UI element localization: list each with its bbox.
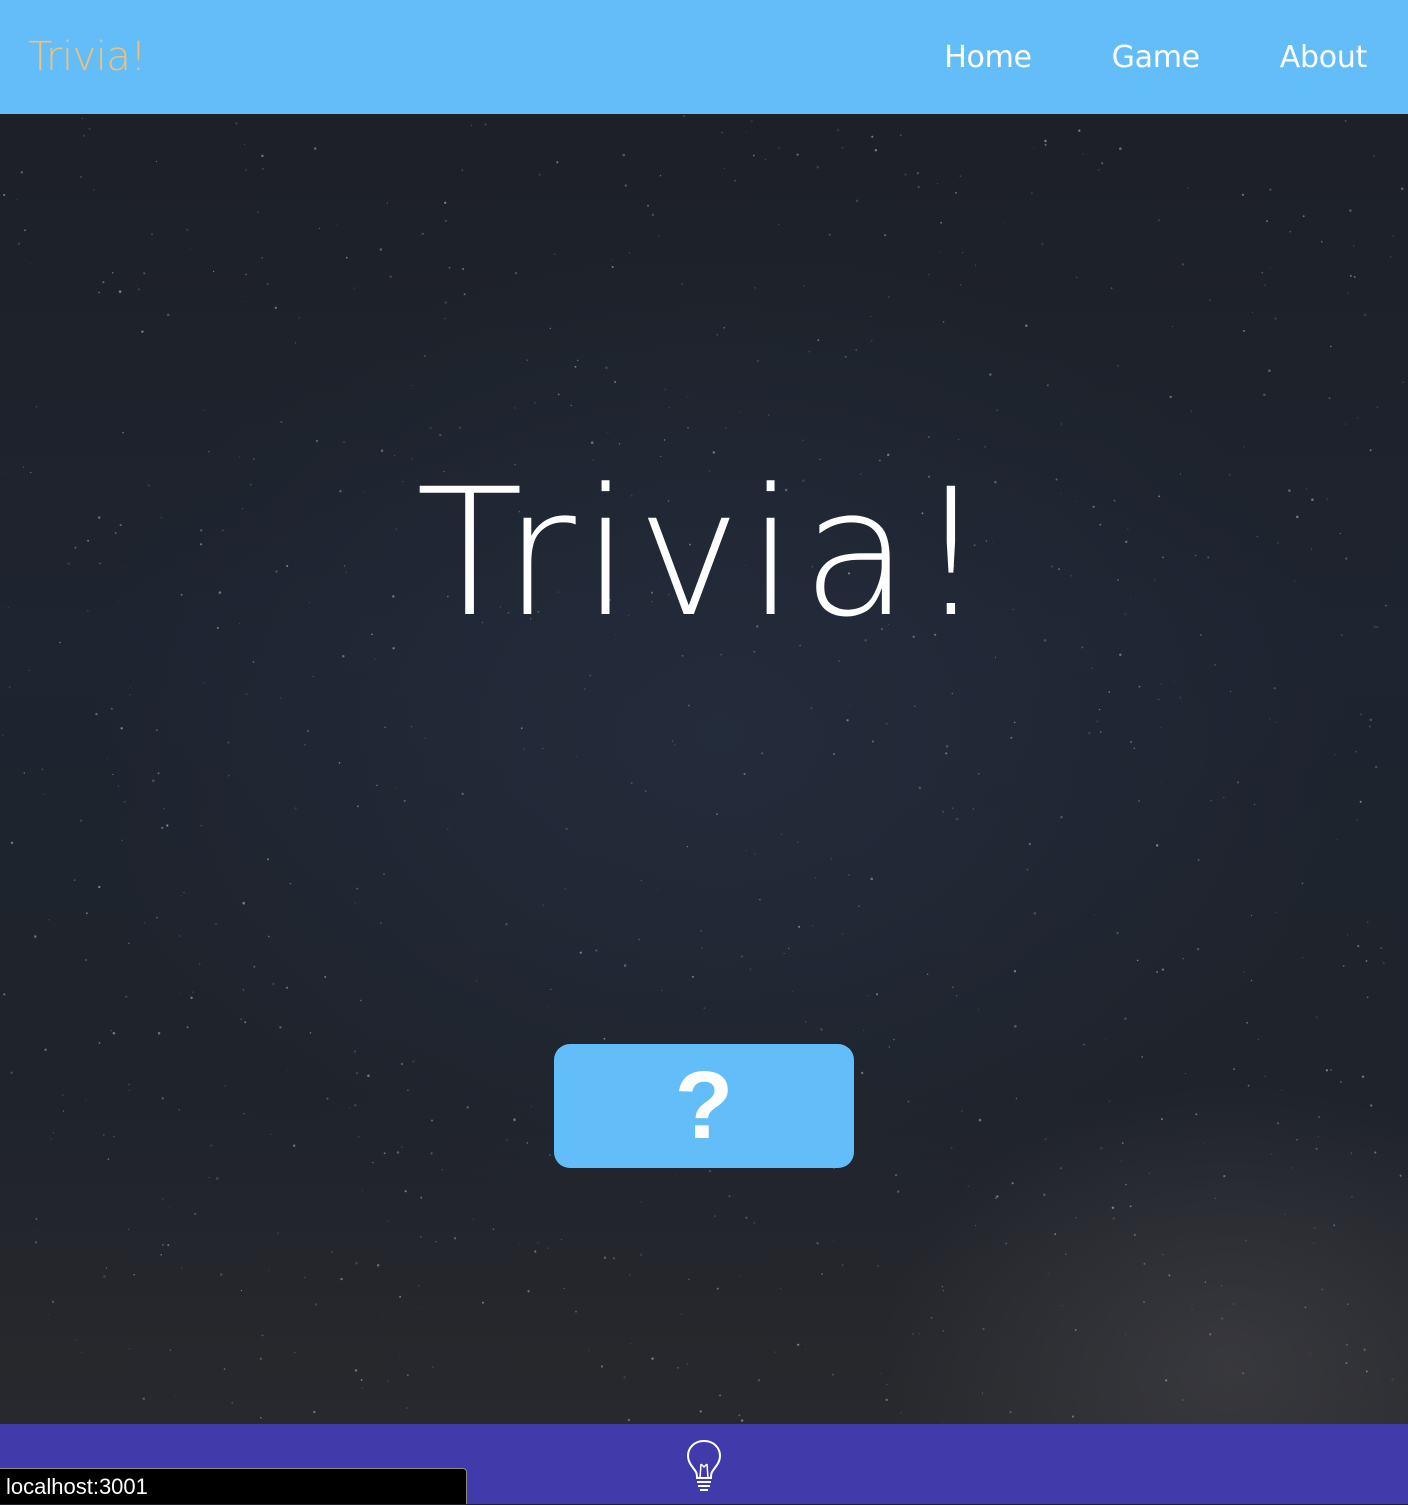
hero-section: Trivia! ? [0, 114, 1408, 1424]
nav-link-game[interactable]: Game [1112, 40, 1200, 75]
browser-status-url: localhost:3001 [0, 1468, 467, 1504]
hero-title: Trivia! [415, 450, 993, 656]
nav-link-about[interactable]: About [1280, 40, 1368, 75]
top-navbar: Trivia! Home Game About [0, 0, 1408, 114]
start-game-button[interactable]: ? [554, 1044, 854, 1168]
starfield-background [1, 115, 1404, 1424]
nav-links: Home Game About [864, 40, 1367, 75]
lightbulb-icon[interactable] [684, 1438, 724, 1494]
brand-logo-link[interactable]: Trivia! [28, 34, 146, 80]
nav-link-home[interactable]: Home [944, 40, 1032, 75]
